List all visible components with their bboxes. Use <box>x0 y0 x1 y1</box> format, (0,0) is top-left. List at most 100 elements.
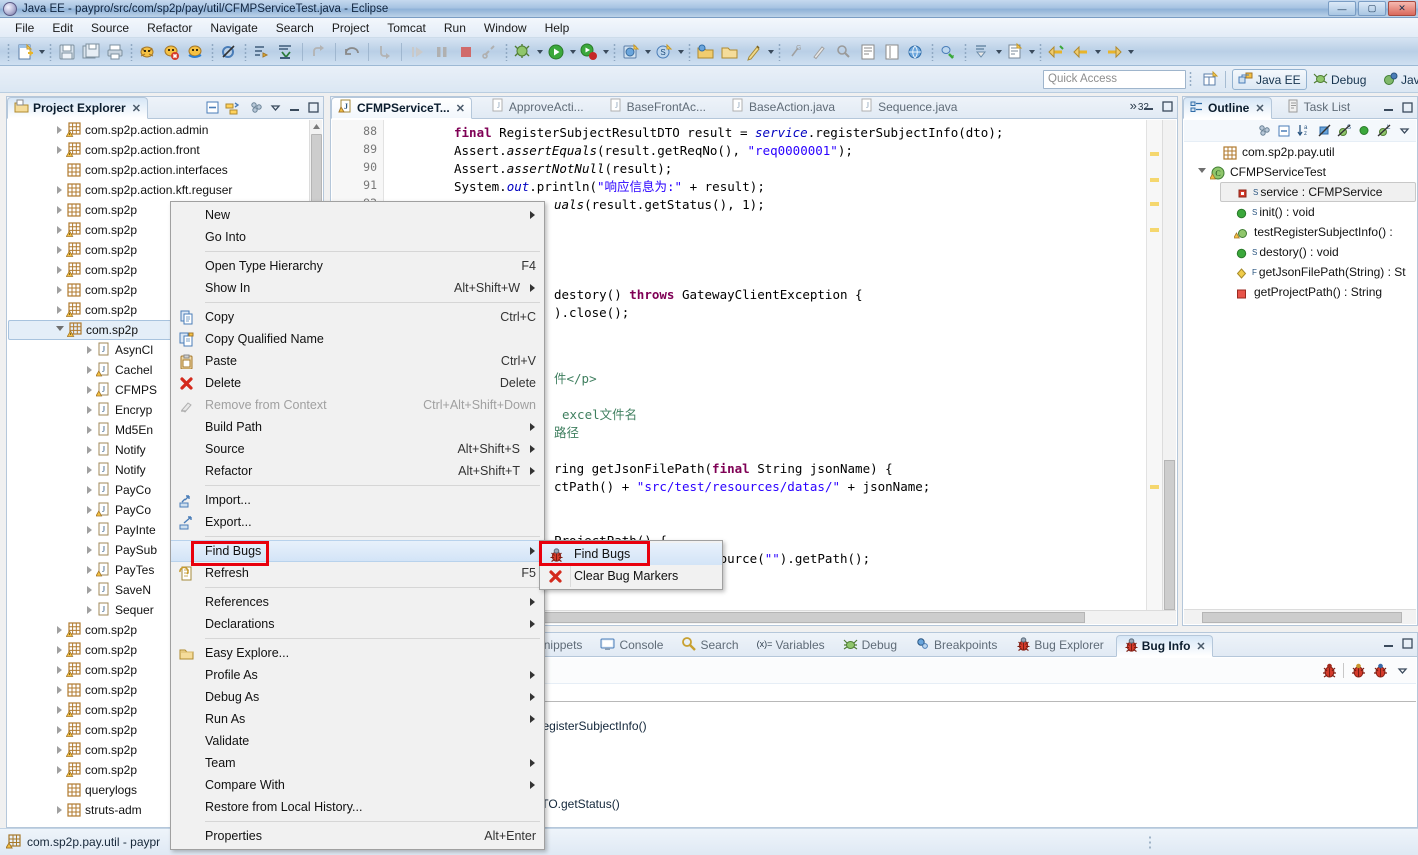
minimize-icon[interactable] <box>1380 635 1396 651</box>
context-menu-item-declarations[interactable]: Declarations <box>171 613 544 635</box>
sort-icon[interactable]: az <box>1296 123 1312 139</box>
run-server-icon[interactable] <box>620 41 642 63</box>
expand-arrow-icon[interactable] <box>53 620 65 640</box>
tomcat-start-icon[interactable] <box>137 41 159 63</box>
menu-window[interactable]: Window <box>475 19 536 37</box>
hide-local-icon[interactable]: L <box>1376 123 1392 139</box>
step-return-icon[interactable] <box>374 41 396 63</box>
outline-horizontal-scrollbar[interactable] <box>1184 609 1416 624</box>
expand-arrow-icon[interactable] <box>83 440 95 460</box>
context-menu-item-refactor[interactable]: Refactor Alt+Shift+T <box>171 460 544 482</box>
view-menu-dots-icon[interactable] <box>248 99 264 115</box>
expand-arrow-icon[interactable] <box>53 180 65 200</box>
open-perspective-icon[interactable] <box>1200 70 1220 89</box>
debug-run-icon[interactable] <box>512 41 534 63</box>
expand-arrow-icon[interactable] <box>53 220 65 240</box>
expand-arrow-icon[interactable] <box>53 660 65 680</box>
scroll-up-icon[interactable] <box>310 120 323 133</box>
outline-row[interactable]: getProjectPath() : String <box>1220 282 1416 302</box>
expand-arrow-icon[interactable] <box>83 520 95 540</box>
new-class-dropdown-icon[interactable] <box>766 41 775 63</box>
new-dropdown-icon[interactable] <box>37 41 46 63</box>
collapse-arrow-icon[interactable] <box>1196 162 1208 182</box>
expand-arrow-icon[interactable] <box>83 560 95 580</box>
bottom-tab-variables[interactable]: (x)= Variables <box>751 634 831 656</box>
skip-breakpoints-icon[interactable] <box>218 41 240 63</box>
warning-marker-4[interactable] <box>1150 228 1159 232</box>
maximize-icon[interactable] <box>1399 635 1415 651</box>
print-icon[interactable] <box>104 41 126 63</box>
last-edit-icon[interactable] <box>275 41 297 63</box>
scrollbar-thumb-h[interactable] <box>1202 612 1402 623</box>
chevron-down-icon[interactable] <box>1394 663 1410 679</box>
toolbar-grip-7[interactable] <box>613 42 616 61</box>
menu-navigate[interactable]: Navigate <box>201 19 266 37</box>
context-menu-item-references[interactable]: References <box>171 591 544 613</box>
context-menu-item-compare-with[interactable]: Compare With <box>171 774 544 796</box>
expand-arrow-icon[interactable] <box>83 480 95 500</box>
view-menu-dots-icon[interactable] <box>1256 123 1272 139</box>
disconnect-icon[interactable] <box>479 41 501 63</box>
toolbar-grip-4[interactable] <box>211 42 214 61</box>
expand-arrow-icon[interactable] <box>53 740 65 760</box>
expand-arrow-icon[interactable] <box>53 260 65 280</box>
toggle-block-selection-icon[interactable] <box>857 41 879 63</box>
minimize-icon[interactable] <box>1380 99 1396 115</box>
save-all-icon[interactable] <box>80 41 102 63</box>
new-icon[interactable] <box>14 41 36 63</box>
outline-row[interactable]: Sdestory() : void <box>1220 242 1416 262</box>
toolbar-grip-9[interactable] <box>778 42 781 61</box>
context-menu-item-easy-explore[interactable]: Easy Explore... <box>171 642 544 664</box>
outline-row[interactable]: Sservice : CFMPService <box>1220 182 1416 202</box>
tree-row[interactable]: com.sp2p.action.front <box>8 140 309 160</box>
context-menu-item-copy-qualified-name[interactable]: Copy Qualified Name <box>171 328 544 350</box>
expand-arrow-icon[interactable] <box>83 360 95 380</box>
toolbar-grip-3[interactable] <box>130 42 133 61</box>
toolbar-grip-5[interactable] <box>244 42 247 61</box>
suspend-icon[interactable] <box>431 41 453 63</box>
maximize-icon[interactable] <box>1399 99 1415 115</box>
expand-arrow-icon[interactable] <box>53 120 65 140</box>
clean-icon[interactable] <box>809 41 831 63</box>
outline-tree[interactable]: com.sp2p.pay.util C CFMPServiceTest Sservic… <box>1184 142 1416 601</box>
quick-access-input[interactable]: Quick Access <box>1043 70 1186 89</box>
close-icon[interactable]: ✕ <box>1255 102 1264 115</box>
warning-marker-5[interactable] <box>1150 485 1159 489</box>
search-bug-icon[interactable] <box>833 41 855 63</box>
scrollbar-thumb[interactable] <box>1164 460 1175 610</box>
menu-edit[interactable]: Edit <box>43 19 82 37</box>
toolbar-grip-11[interactable] <box>964 42 967 61</box>
bottom-tab-search[interactable]: Search <box>675 634 744 656</box>
run-history-dropdown-icon[interactable] <box>601 41 610 63</box>
tab-project-explorer[interactable]: Project Explorer ✕ <box>7 97 148 119</box>
editor-overview-ruler[interactable] <box>1146 120 1162 624</box>
context-menu-item-find-bugs[interactable]: Find Bugs <box>171 540 544 562</box>
previous-annotation-dropdown-icon[interactable] <box>994 41 1003 63</box>
back-icon[interactable] <box>1070 41 1092 63</box>
tab-cfmpservicetest[interactable]: J CFMPServiceT... ✕ <box>331 97 472 119</box>
run-dropdown-icon[interactable] <box>568 41 577 63</box>
next-annotation-2-icon[interactable] <box>1004 41 1026 63</box>
context-menu[interactable]: New Go Into Open Type Hierarchy F4 Show In Al… <box>170 201 545 850</box>
collapse-all-icon[interactable] <box>1276 123 1292 139</box>
back-history-icon[interactable] <box>1046 41 1068 63</box>
context-menu-item-build-path[interactable]: Build Path <box>171 416 544 438</box>
menu-project[interactable]: Project <box>323 19 378 37</box>
menu-help[interactable]: Help <box>536 19 579 37</box>
link-with-editor-icon[interactable] <box>223 99 239 115</box>
toggle-whitespace-icon[interactable] <box>881 41 903 63</box>
outline-row[interactable]: com.sp2p.pay.util <box>1208 142 1416 162</box>
minimize-icon[interactable] <box>286 99 302 115</box>
context-menu-item-copy[interactable]: Copy Ctrl+C <box>171 306 544 328</box>
new-java-project-icon[interactable] <box>695 41 717 63</box>
open-folder-icon[interactable] <box>719 41 741 63</box>
menu-file[interactable]: File <box>6 19 43 37</box>
forward-nav-icon[interactable] <box>308 41 330 63</box>
run-server-dropdown-icon[interactable] <box>643 41 652 63</box>
menu-source[interactable]: Source <box>82 19 138 37</box>
context-menu-item-run-as[interactable]: Run As <box>171 708 544 730</box>
expand-arrow-icon[interactable] <box>83 540 95 560</box>
expand-arrow-icon[interactable] <box>53 680 65 700</box>
minimize-button[interactable]: — <box>1328 1 1356 16</box>
expand-arrow-icon[interactable] <box>83 400 95 420</box>
